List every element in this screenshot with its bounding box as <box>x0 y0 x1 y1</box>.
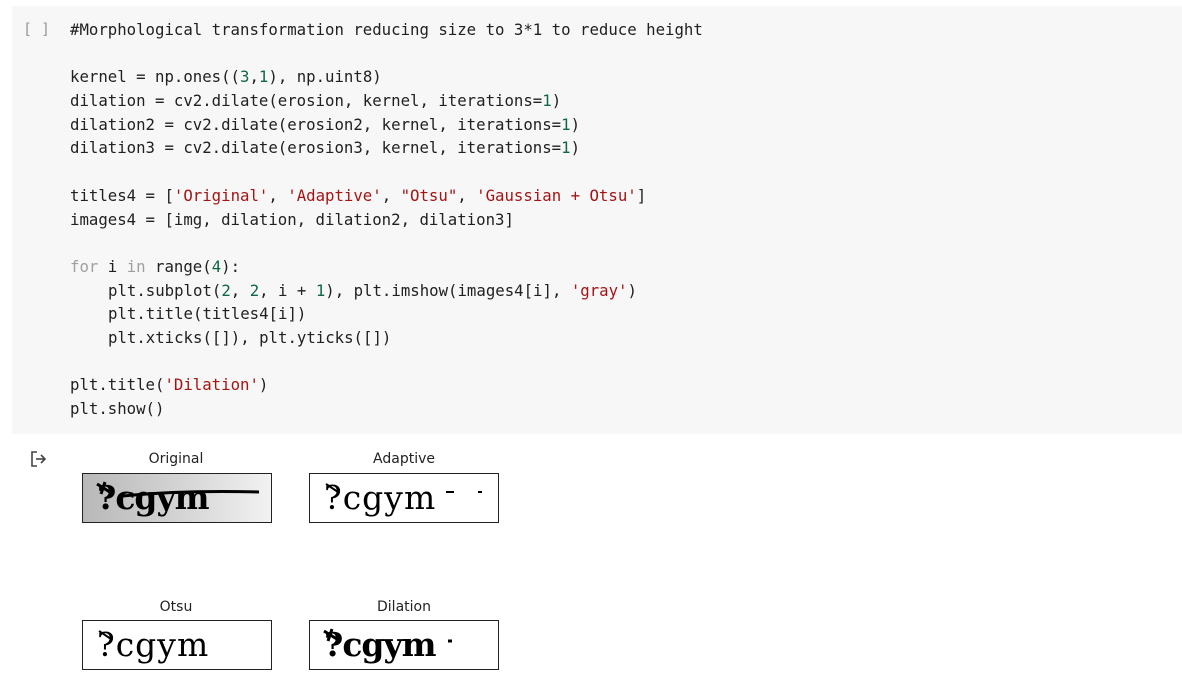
run-cell-button[interactable]: [ ] <box>23 20 63 40</box>
code-line: kernel = np.ones((3,1), np.uint8) <box>70 65 703 89</box>
output-redirect-icon[interactable] <box>28 449 48 469</box>
subplot-image-adaptive: ?cgym <box>309 473 499 523</box>
code-token: kernel = np.ones(( <box>70 67 241 87</box>
code-token: ), np.uint8) <box>268 67 382 87</box>
code-line: plt.show() <box>70 397 703 421</box>
code-line: plt.xticks([]), plt.yticks([]) <box>70 326 703 350</box>
code-token: ): <box>221 256 241 276</box>
code-token: ) <box>551 91 562 111</box>
code-line: dilation2 = cv2.dilate(erosion2, kernel,… <box>70 113 703 137</box>
code-token: 'Gaussian + Otsu' <box>476 185 637 205</box>
code-token: "Otsu" <box>400 185 458 205</box>
code-token: 'Original' <box>173 185 269 205</box>
code-token: plt.title(titles4[i]) <box>108 304 307 324</box>
output-arrow-icon <box>31 451 47 467</box>
noise-marks-icon <box>325 483 482 493</box>
code-token: ) <box>627 280 637 300</box>
code-token: plt.title( <box>70 375 165 395</box>
code-line: plt.title(titles4[i]) <box>70 302 703 326</box>
code-token: i <box>98 256 127 276</box>
code-token: 1 <box>258 67 269 87</box>
code-token: 2 <box>221 280 231 300</box>
code-line: dilation = cv2.dilate(erosion, kernel, i… <box>70 89 703 113</box>
code-token: ) <box>570 138 581 158</box>
code-token: for <box>70 256 99 276</box>
code-token: , i + <box>259 280 316 300</box>
code-line: images4 = [img, dilation, dilation2, dil… <box>70 208 703 232</box>
code-token: range( <box>145 256 212 276</box>
code-editor[interactable]: #Morphological transformation reducing s… <box>70 18 703 421</box>
subplot-title-original: Original <box>148 451 204 467</box>
subplot-image-original: ?cgym <box>82 473 272 523</box>
code-token: 'Dilation' <box>164 375 259 395</box>
code-token: in <box>126 256 146 276</box>
code-token: titles4 = [ <box>70 185 174 205</box>
code-token: 1 <box>315 280 326 300</box>
code-line: dilation3 = cv2.dilate(erosion3, kernel,… <box>70 136 703 160</box>
code-token: images4 = [img, dilation, dilation2, dil… <box>70 209 514 229</box>
code-line: for i in range(4): <box>70 255 703 279</box>
subplot-image-dilation: ?cgym <box>309 620 499 670</box>
code-line: plt.subplot(2, 2, i + 1), plt.imshow(ima… <box>70 279 703 303</box>
code-token: 4 <box>211 256 222 276</box>
code-token: 2 <box>249 280 260 300</box>
code-token: dilation2 = cv2.dilate(erosion2, kernel,… <box>70 114 562 134</box>
code-line: plt.title('Dilation') <box>70 373 703 397</box>
code-token: plt.xticks([]), plt.yticks([]) <box>108 327 392 347</box>
code-token: , <box>381 185 401 205</box>
strike-line-icon <box>96 481 260 498</box>
code-token: plt.subplot( <box>108 280 222 300</box>
code-token: , <box>268 185 288 205</box>
code-token: 1 <box>561 138 571 158</box>
noise-marks-icon <box>98 630 112 640</box>
code-token: ] <box>636 185 647 205</box>
code-line: #Morphological transformation reducing s… <box>70 18 703 42</box>
code-token: 1 <box>561 114 571 134</box>
code-token: dilation3 = cv2.dilate(erosion3, kernel,… <box>70 138 562 158</box>
code-token: 1 <box>542 91 552 111</box>
code-token: ) <box>258 375 269 395</box>
code-token: , <box>249 67 259 87</box>
subplot-image-otsu: ?cgym <box>82 620 272 670</box>
code-token: 'Adaptive' <box>287 185 382 205</box>
code-token: dilation = cv2.dilate(erosion, kernel, i… <box>70 91 543 111</box>
code-cell[interactable]: [ ] #Morphological transformation reduci… <box>12 6 1182 434</box>
code-line: titles4 = ['Original', 'Adaptive', "Otsu… <box>70 184 703 208</box>
code-token: #Morphological transformation reducing s… <box>70 20 703 39</box>
subplot-title-dilation: Dilation <box>377 599 431 615</box>
code-token: , <box>457 185 477 205</box>
code-token: ), plt.imshow(images4[i], <box>325 280 571 300</box>
code-token: , <box>230 280 250 300</box>
code-token: plt.show() <box>70 399 165 418</box>
noise-marks-icon <box>323 628 452 643</box>
code-token: 'gray' <box>570 280 628 300</box>
subplot-title-adaptive: Adaptive <box>373 451 435 467</box>
subplot-title-otsu: Otsu <box>159 599 193 615</box>
code-token: ) <box>570 114 581 134</box>
